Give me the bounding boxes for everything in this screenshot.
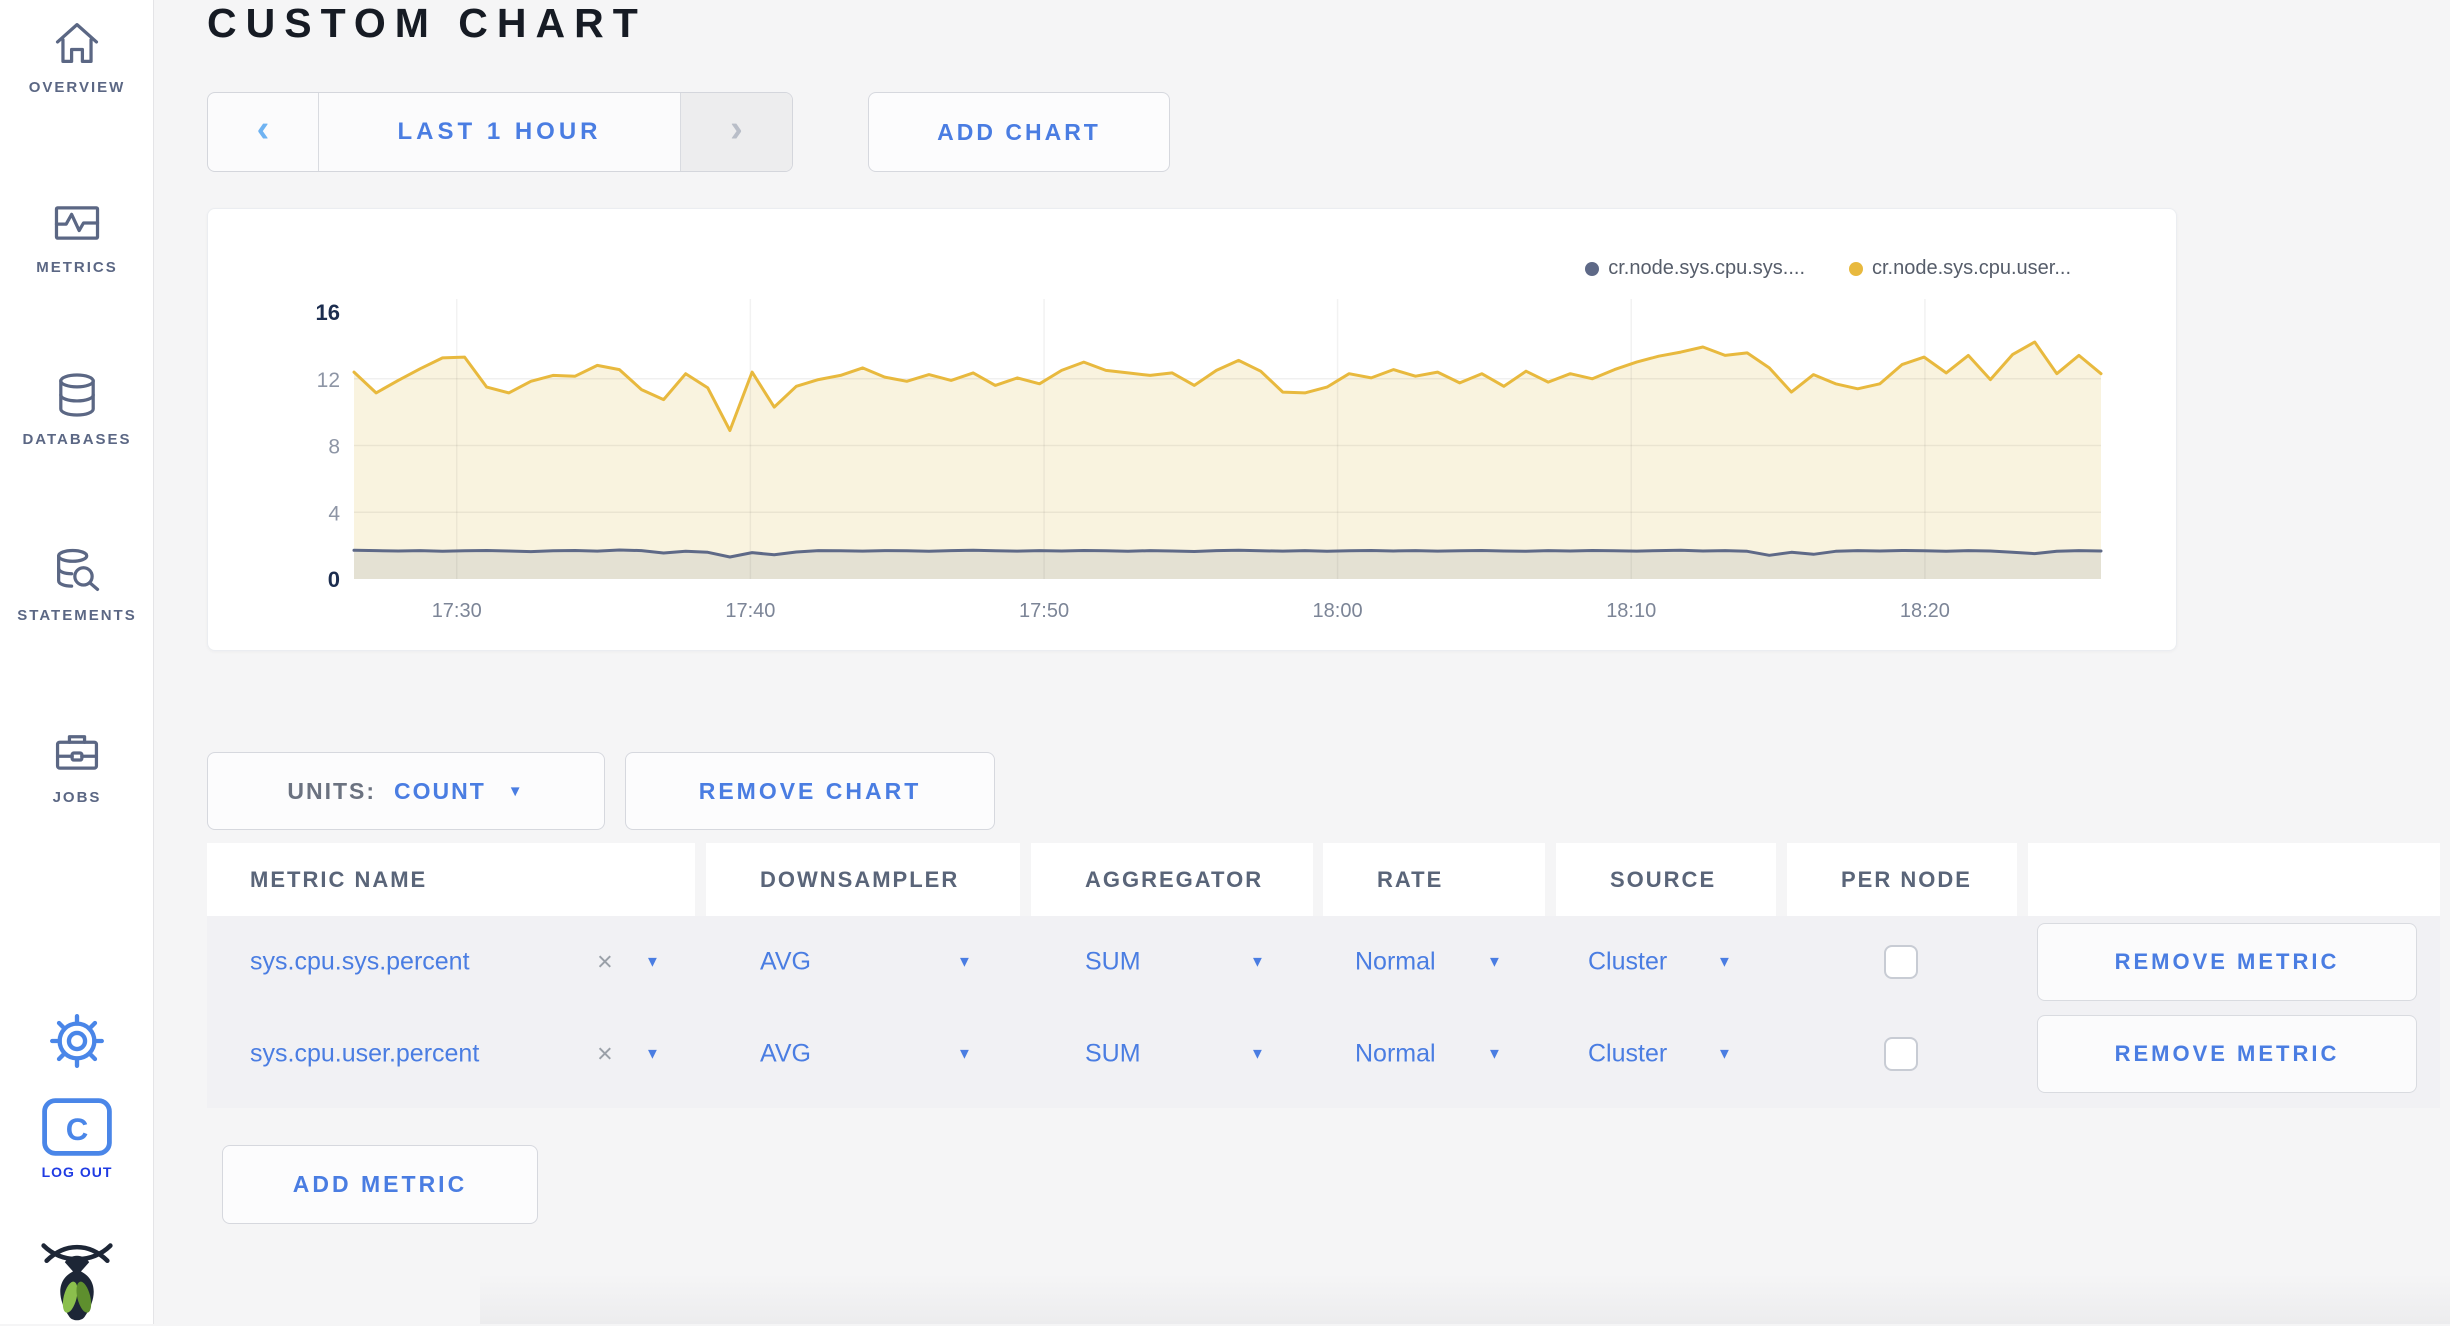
- time-range-button[interactable]: LAST 1 HOUR: [319, 93, 680, 171]
- briefcase-icon: [50, 726, 104, 780]
- svg-text:16: 16: [316, 300, 340, 325]
- chevron-down-icon[interactable]: ▼: [1487, 1046, 1502, 1063]
- svg-text:17:50: 17:50: [1019, 600, 1069, 622]
- cockroach-bug-logo: [39, 1238, 115, 1326]
- column-header-aggregator: AGGREGATOR: [1031, 843, 1313, 916]
- sidebar-item-label: STATEMENTS: [17, 607, 136, 624]
- column-header-actions: [2028, 843, 2440, 916]
- svg-text:17:40: 17:40: [725, 600, 775, 622]
- time-next-button[interactable]: ›: [680, 93, 792, 171]
- sidebar-item-label: METRICS: [36, 259, 118, 276]
- sidebar: OVERVIEW METRICS DATABASES: [0, 0, 154, 1324]
- chevron-down-icon[interactable]: ▼: [957, 954, 972, 971]
- chevron-down-icon[interactable]: ▼: [1487, 954, 1502, 971]
- aggregator-select[interactable]: SUM: [1085, 1040, 1141, 1069]
- column-header-metric-name: METRIC NAME: [207, 843, 695, 916]
- svg-text:8: 8: [328, 436, 340, 459]
- svg-text:12: 12: [317, 369, 340, 392]
- chevron-down-icon[interactable]: ▼: [645, 1046, 660, 1063]
- rate-select[interactable]: Normal: [1355, 948, 1436, 977]
- per-node-checkbox[interactable]: [1884, 1037, 1918, 1071]
- svg-text:4: 4: [328, 502, 340, 525]
- svg-text:C: C: [66, 1112, 89, 1147]
- downsampler-select[interactable]: AVG: [760, 1040, 811, 1069]
- chevron-down-icon[interactable]: ▼: [645, 954, 660, 971]
- chevron-down-icon[interactable]: ▼: [1717, 954, 1732, 971]
- svg-text:0: 0: [328, 567, 340, 592]
- add-metric-button[interactable]: ADD METRIC: [222, 1145, 538, 1224]
- page-title: CUSTOM CHART: [207, 0, 647, 47]
- custom-chart-card: cr.node.sys.cpu.sys.... cr.node.sys.cpu.…: [207, 208, 2177, 651]
- clear-metric-icon[interactable]: ×: [597, 1039, 613, 1070]
- units-value: COUNT: [394, 778, 486, 805]
- column-header-rate: RATE: [1323, 843, 1545, 916]
- c-logo-icon: C: [41, 1096, 113, 1158]
- source-select[interactable]: Cluster: [1588, 1040, 1667, 1069]
- rate-select[interactable]: Normal: [1355, 1040, 1436, 1069]
- chevron-down-icon: ▼: [508, 783, 525, 800]
- sidebar-item-jobs[interactable]: JOBS: [0, 726, 154, 806]
- sidebar-item-label: OVERVIEW: [29, 79, 126, 96]
- remove-chart-button[interactable]: REMOVE CHART: [625, 752, 995, 830]
- metric-name-dropdown[interactable]: sys.cpu.user.percent: [250, 1040, 479, 1069]
- sidebar-item-label: JOBS: [53, 789, 102, 806]
- logout-label: LOG OUT: [42, 1164, 113, 1180]
- source-select[interactable]: Cluster: [1588, 948, 1667, 977]
- database-icon: [50, 368, 104, 422]
- sidebar-item-databases[interactable]: DATABASES: [0, 368, 154, 448]
- column-header-downsampler: DOWNSAMPLER: [706, 843, 1020, 916]
- units-dropdown[interactable]: UNITS: COUNT ▼: [207, 752, 605, 830]
- remove-metric-button[interactable]: REMOVE METRIC: [2037, 1015, 2417, 1093]
- chevron-down-icon[interactable]: ▼: [957, 1046, 972, 1063]
- aggregator-select[interactable]: SUM: [1085, 948, 1141, 977]
- brand-logo: [0, 1238, 154, 1326]
- time-prev-button[interactable]: ‹: [208, 93, 319, 171]
- column-header-per-node: PER NODE: [1787, 843, 2017, 916]
- sidebar-item-metrics[interactable]: METRICS: [0, 196, 154, 276]
- add-chart-button[interactable]: ADD CHART: [868, 92, 1170, 172]
- sidebar-item-statements[interactable]: STATEMENTS: [0, 544, 154, 624]
- table-row: sys.cpu.user.percent × ▼ AVG ▼ SUM ▼ Nor…: [207, 1008, 2440, 1100]
- settings-button[interactable]: [0, 1010, 154, 1072]
- clear-metric-icon[interactable]: ×: [597, 947, 613, 978]
- units-prefix-label: UNITS:: [287, 778, 376, 805]
- metrics-chart-icon: [50, 196, 104, 250]
- chevron-down-icon[interactable]: ▼: [1717, 1046, 1732, 1063]
- column-header-source: SOURCE: [1556, 843, 1776, 916]
- downsampler-select[interactable]: AVG: [760, 948, 811, 977]
- svg-text:18:10: 18:10: [1606, 600, 1656, 622]
- metric-name-dropdown[interactable]: sys.cpu.sys.percent: [250, 948, 470, 977]
- metrics-table-body: sys.cpu.sys.percent × ▼ AVG ▼ SUM ▼ Norm…: [207, 916, 2440, 1108]
- chevron-down-icon[interactable]: ▼: [1250, 954, 1265, 971]
- remove-metric-button[interactable]: REMOVE METRIC: [2037, 923, 2417, 1001]
- bottom-shadow: [480, 1274, 2450, 1324]
- time-range-selector: ‹ LAST 1 HOUR ›: [207, 92, 793, 172]
- per-node-checkbox[interactable]: [1884, 945, 1918, 979]
- chevron-down-icon[interactable]: ▼: [1250, 1046, 1265, 1063]
- logout-button[interactable]: C LOG OUT: [0, 1096, 154, 1180]
- table-row: sys.cpu.sys.percent × ▼ AVG ▼ SUM ▼ Norm…: [207, 916, 2440, 1008]
- svg-text:17:30: 17:30: [432, 600, 482, 622]
- home-icon: [50, 16, 104, 70]
- svg-text:18:20: 18:20: [1900, 600, 1950, 622]
- database-search-icon: [50, 544, 104, 598]
- svg-text:18:00: 18:00: [1313, 600, 1363, 622]
- timeseries-chart[interactable]: 16 12 8 4 0 17:30 17:40 17:50 18:00 18:10 18:20: [208, 209, 2178, 652]
- sidebar-item-overview[interactable]: OVERVIEW: [0, 16, 154, 96]
- sidebar-item-label: DATABASES: [22, 431, 131, 448]
- gear-icon: [46, 1010, 108, 1072]
